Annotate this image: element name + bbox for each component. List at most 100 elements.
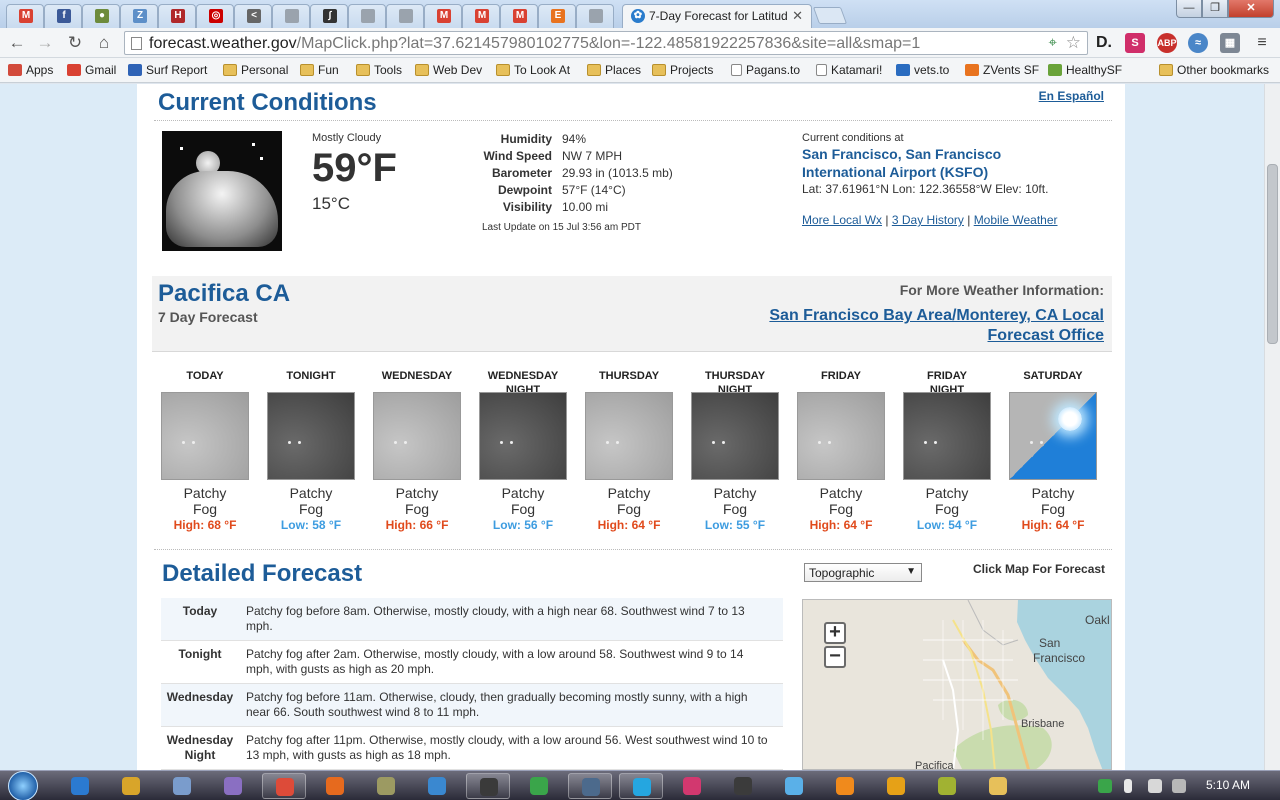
maximize-button[interactable]: ❐ [1202, 0, 1228, 18]
location-icon[interactable]: ⌖ [1049, 34, 1057, 51]
taskbar-app[interactable] [772, 773, 816, 799]
taskbar-app[interactable] [415, 773, 459, 799]
bookmark-item[interactable]: Web Dev [415, 62, 482, 79]
bookmark-item[interactable]: Places [587, 62, 641, 79]
tab[interactable]: ∫ [310, 4, 348, 28]
taskbar-app[interactable] [58, 773, 102, 799]
bookmark-item[interactable]: HealthySF [1048, 62, 1122, 79]
map-type-select[interactable]: Topographic ▼ [804, 563, 922, 582]
feed-extension-icon[interactable]: ≈ [1188, 33, 1208, 53]
forecast-office-link[interactable]: San Francisco Bay Area/Monterey, CA Loca… [769, 306, 1104, 346]
address-bar[interactable]: forecast.weather.gov/MapClick.php?lat=37… [124, 31, 1088, 55]
etsy-icon: E [551, 9, 565, 23]
taskbar-app[interactable] [721, 773, 765, 799]
close-window-button[interactable]: ✕ [1228, 0, 1274, 18]
skype-icon [428, 777, 446, 795]
taskbar-app[interactable] [109, 773, 153, 799]
taskbar-app[interactable] [313, 773, 357, 799]
taskbar-app[interactable] [517, 773, 561, 799]
extension-d-icon[interactable]: D. [1094, 33, 1114, 53]
tab[interactable]: ◎ [196, 4, 234, 28]
bookmark-item[interactable]: Other bookmarks [1159, 62, 1269, 79]
bookmark-item[interactable]: Surf Report [128, 62, 207, 79]
taskbar-app[interactable] [976, 773, 1020, 799]
bookmark-item[interactable]: Personal [223, 62, 288, 79]
bookmark-item[interactable]: Projects [652, 62, 713, 79]
tab[interactable]: M [462, 4, 500, 28]
close-tab-icon[interactable]: ✕ [792, 8, 803, 24]
bookmark-item[interactable]: Apps [8, 62, 53, 79]
more-local-wx-link[interactable]: More Local Wx [802, 213, 882, 227]
minimize-button[interactable]: — [1176, 0, 1202, 18]
bookmark-item[interactable]: vets.to [896, 62, 949, 79]
tab[interactable]: ● [82, 4, 120, 28]
patchy-fog-night-icon [903, 392, 991, 480]
taskbar-app[interactable] [925, 773, 969, 799]
bookmark-star-icon[interactable]: ☆ [1066, 33, 1081, 53]
extension-grid-icon[interactable]: ▦ [1220, 33, 1240, 53]
taskbar-app[interactable] [262, 773, 306, 799]
tab[interactable]: f [44, 4, 82, 28]
tray-network-icon[interactable] [1098, 779, 1112, 793]
new-tab-button[interactable] [812, 7, 848, 24]
url-text[interactable]: forecast.weather.gov/MapClick.php?lat=37… [149, 35, 920, 53]
extension-s-icon[interactable]: S [1125, 33, 1145, 53]
bookmark-item[interactable]: Fun [300, 62, 339, 79]
forecast-period: FRIDAY NIGHT Patchy Fog Low: 54 °F [894, 360, 1000, 532]
taskbar-app[interactable] [874, 773, 918, 799]
reload-icon[interactable]: ↻ [64, 32, 86, 54]
start-button[interactable] [8, 771, 38, 800]
espanol-link[interactable]: En Español [1039, 89, 1104, 103]
taskbar-app[interactable] [823, 773, 867, 799]
tab[interactable]: Z [120, 4, 158, 28]
tab[interactable]: H [158, 4, 196, 28]
menu-icon[interactable]: ≡ [1252, 33, 1272, 53]
bookmark-item[interactable]: ZVents SF [965, 62, 1039, 79]
back-icon[interactable]: ← [6, 32, 28, 54]
taskbar-app[interactable] [160, 773, 204, 799]
tray-battery-icon[interactable] [1124, 779, 1132, 793]
zoom-in-button[interactable]: + [824, 622, 846, 644]
weather-gov-icon: ✿ [631, 9, 645, 23]
map-graphics [803, 600, 1111, 769]
gmail-icon: M [475, 9, 489, 23]
tab[interactable]: M [424, 4, 462, 28]
taskbar-app[interactable] [568, 773, 612, 799]
tab-active-forecast[interactable]: ✿ 7-Day Forecast for Latitud ✕ [622, 4, 812, 28]
station-label: Current conditions at [802, 132, 904, 144]
tab[interactable]: E [538, 4, 576, 28]
taskbar-app[interactable] [466, 773, 510, 799]
forward-icon[interactable]: → [34, 32, 56, 54]
zvents-icon [965, 64, 979, 76]
page-scrollbar[interactable] [1264, 84, 1280, 770]
zoom-out-button[interactable]: − [824, 646, 846, 668]
tray-volume-icon[interactable] [1148, 779, 1162, 793]
bookmark-item[interactable]: Tools [356, 62, 402, 79]
clock[interactable]: 5:10 AM [1206, 778, 1250, 792]
folder-icon [300, 64, 314, 76]
tab[interactable]: < [234, 4, 272, 28]
bookmark-item[interactable]: To Look At [496, 62, 570, 79]
tab[interactable] [272, 4, 310, 28]
tab[interactable] [576, 4, 614, 28]
taskbar-app[interactable] [670, 773, 714, 799]
taskbar-app[interactable] [619, 773, 663, 799]
tab[interactable] [386, 4, 424, 28]
bookmark-item[interactable]: Gmail [67, 62, 116, 79]
mobile-weather-link[interactable]: Mobile Weather [974, 213, 1058, 227]
tray-signal-icon[interactable] [1172, 779, 1186, 793]
row-label: Wednesday Night [166, 733, 234, 762]
bookmark-item[interactable]: Pagans.to [731, 62, 800, 79]
scrollbar-thumb[interactable] [1267, 164, 1278, 344]
taskbar-app[interactable] [211, 773, 255, 799]
adblock-icon[interactable]: ABP [1157, 33, 1177, 53]
home-icon[interactable]: ⌂ [93, 32, 115, 54]
tab[interactable]: M [500, 4, 538, 28]
tab[interactable] [348, 4, 386, 28]
more-info-label: For More Weather Information: [899, 282, 1104, 298]
tab[interactable]: M [6, 4, 44, 28]
3-day-history-link[interactable]: 3 Day History [892, 213, 964, 227]
taskbar-app[interactable] [364, 773, 408, 799]
bookmark-item[interactable]: Katamari! [816, 62, 882, 79]
forecast-map[interactable]: + − Oakl San Francisco Brisbane Pacifica [802, 599, 1112, 770]
